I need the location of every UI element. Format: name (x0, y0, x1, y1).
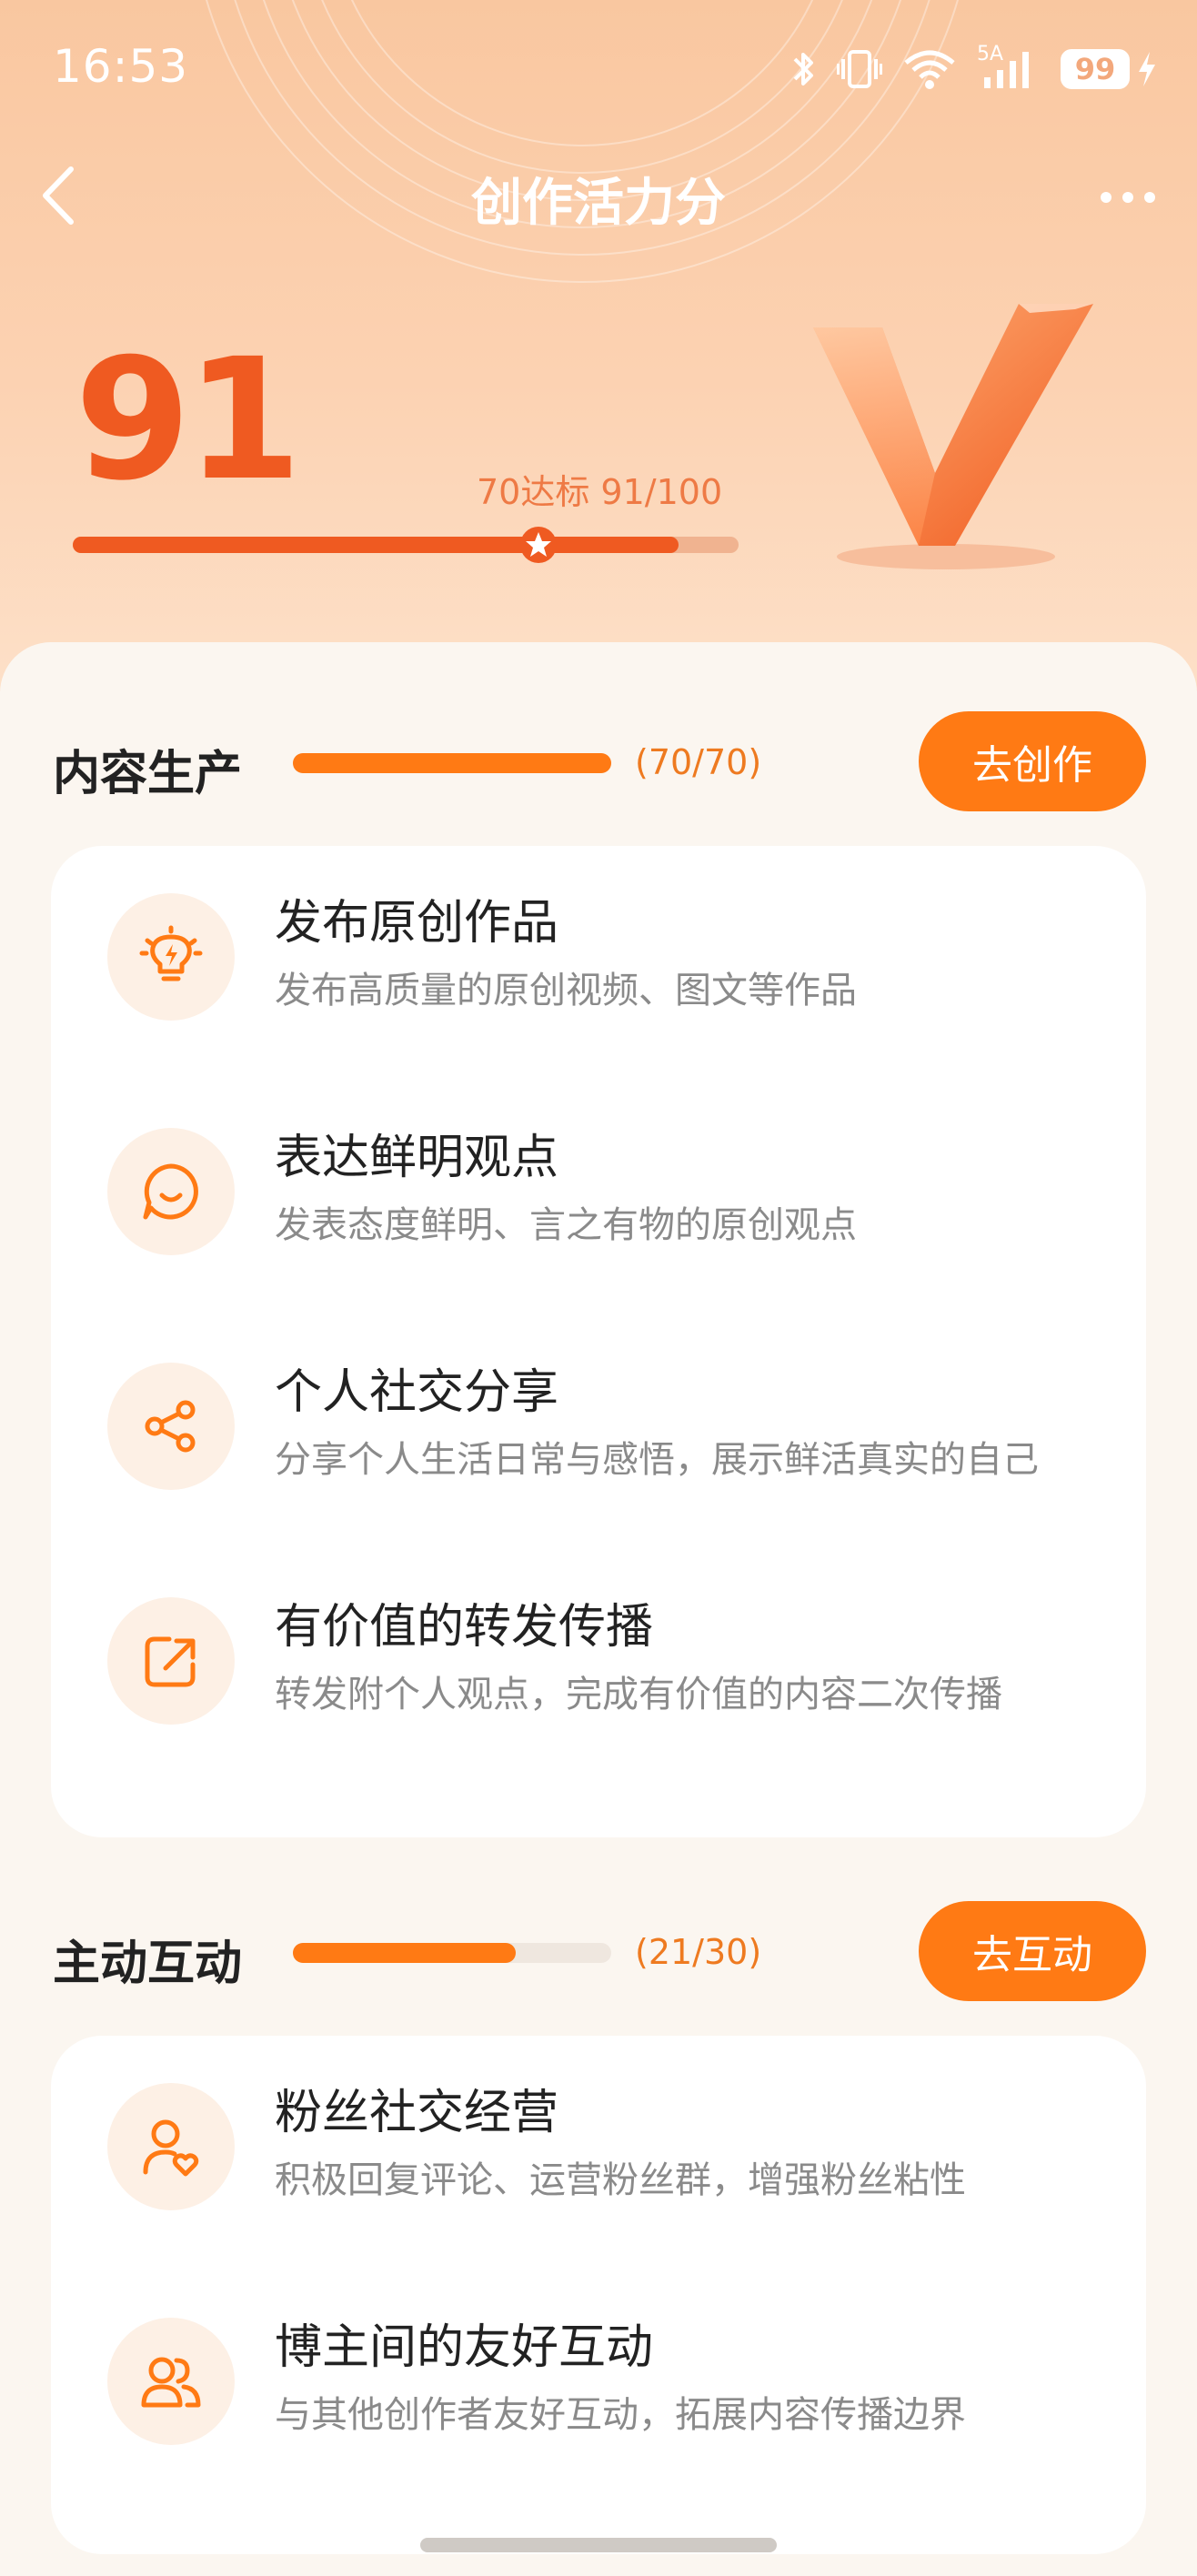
cellular-signal-icon: 5A (977, 43, 1041, 90)
status-icons: 5A 99 (790, 43, 1161, 95)
item-description: 发表态度鲜明、言之有物的原创观点 (275, 1204, 857, 1246)
section-progress-bar (293, 753, 611, 773)
status-time: 16:53 (53, 40, 189, 93)
fan-heart-icon (107, 2083, 235, 2210)
chat-smile-icon (107, 1128, 235, 1255)
score-note: 70达标 91/100 (477, 472, 723, 512)
item-description: 积极回复评论、运营粉丝群，增强粉丝粘性 (275, 2159, 966, 2201)
more-button[interactable] (1082, 156, 1173, 238)
go-create-button[interactable]: 去创作 (919, 711, 1146, 811)
charging-icon (1139, 52, 1155, 86)
item-title: 粉丝社交经营 (275, 2086, 559, 2140)
score-progress-bar (73, 527, 739, 563)
page-title: 创作活力分 (471, 174, 726, 233)
go-interact-button[interactable]: 去互动 (919, 1901, 1146, 2001)
section-title: 主动互动 (53, 1937, 243, 1991)
more-dot-icon (1144, 192, 1155, 203)
more-dot-icon (1122, 192, 1133, 203)
score-value: 91 (75, 323, 302, 518)
share-icon (107, 1363, 235, 1490)
wifi-icon (904, 50, 955, 89)
item-title: 发布原创作品 (275, 896, 559, 951)
users-icon (107, 2318, 235, 2445)
bluetooth-icon (793, 53, 813, 86)
score-progress-fill (73, 537, 679, 553)
tasks-card: 粉丝社交经营 积极回复评论、运营粉丝群，增强粉丝粘性 博主间的友好互动 与其他创… (51, 2036, 1146, 2554)
forward-icon (107, 1597, 235, 1725)
more-dot-icon (1101, 192, 1112, 203)
list-item: 表达鲜明观点 发表态度鲜明、言之有物的原创观点 (51, 1081, 1146, 1290)
battery-indicator: 99 (1061, 48, 1161, 90)
item-title: 表达鲜明观点 (275, 1131, 559, 1185)
item-title: 博主间的友好互动 (275, 2320, 654, 2375)
list-item: 有价值的转发传播 转发附个人观点，完成有价值的内容二次传播 (51, 1550, 1146, 1759)
section-count: (21/30) (635, 1932, 762, 1972)
section-progress-bar (293, 1943, 611, 1963)
navigation-bar: 创作活力分 (0, 146, 1197, 246)
list-item: 博主间的友好互动 与其他创作者友好互动，拓展内容传播边界 (51, 2270, 1146, 2480)
section-progress-fill (293, 1943, 516, 1963)
home-indicator[interactable] (420, 2538, 777, 2552)
section-count: (70/70) (635, 742, 762, 782)
vibrate-icon (837, 50, 882, 88)
battery-level: 99 (1074, 52, 1116, 86)
list-item: 粉丝社交经营 积极回复评论、运营粉丝群，增强粉丝粘性 (51, 2036, 1146, 2245)
section-progress-fill (293, 753, 611, 773)
tasks-card: 发布原创作品 发布高质量的原创视频、图文等作品 表达鲜明观点 发表态度鲜明、言之… (51, 846, 1146, 1837)
lightbulb-icon (107, 893, 235, 1021)
item-description: 发布高质量的原创视频、图文等作品 (275, 970, 857, 1011)
item-title: 有价值的转发传播 (275, 1600, 654, 1655)
battery-icon: 99 (1061, 49, 1130, 89)
target-star-icon (520, 527, 558, 563)
section-active-interaction: 主动互动 (21/30) 去互动 (0, 1901, 1197, 2001)
v-badge-logo (813, 304, 1093, 569)
list-item: 发布原创作品 发布高质量的原创视频、图文等作品 (51, 846, 1146, 1055)
item-description: 与其他创作者友好互动，拓展内容传播边界 (275, 2394, 966, 2436)
item-title: 个人社交分享 (275, 1365, 559, 1420)
item-description: 分享个人生活日常与感悟，展示鲜活真实的自己 (275, 1439, 1039, 1481)
section-content-production: 内容生产 (70/70) 去创作 (0, 711, 1197, 811)
list-item: 个人社交分享 分享个人生活日常与感悟，展示鲜活真实的自己 (51, 1315, 1146, 1524)
section-title: 内容生产 (53, 747, 243, 801)
item-description: 转发附个人观点，完成有价值的内容二次传播 (275, 1674, 1002, 1716)
status-bar: 16:53 5A 99 (0, 0, 1197, 136)
